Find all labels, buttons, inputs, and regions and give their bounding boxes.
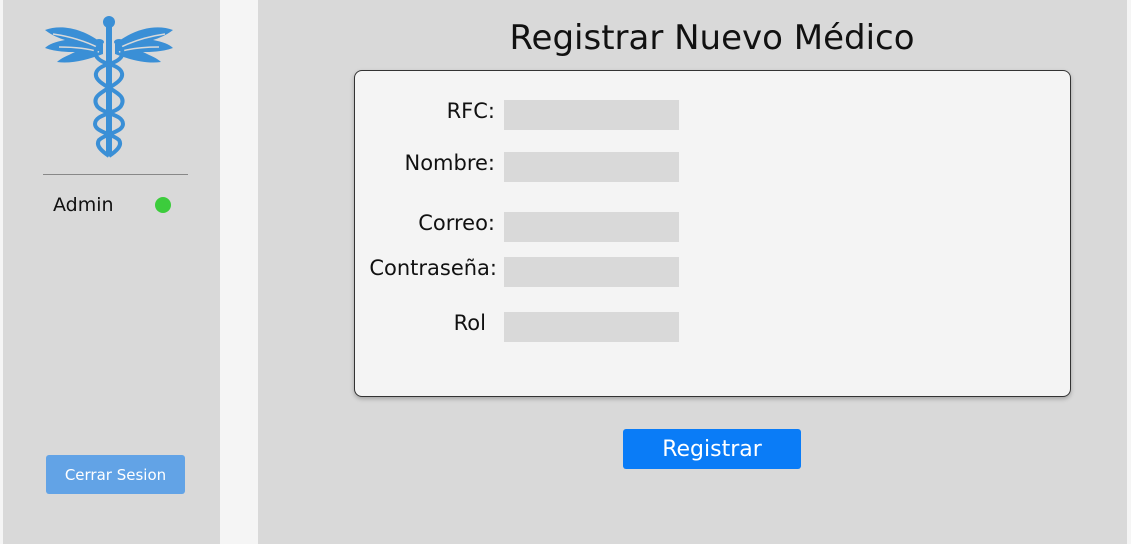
sidebar: Admin Cerrar Sesion [3, 0, 220, 544]
user-name: Admin [53, 194, 114, 216]
rfc-label: RFC: [446, 99, 495, 123]
correo-label: Correo: [418, 211, 495, 235]
main-panel: Registrar Nuevo Médico RFC: Nombre: Corr… [258, 0, 1127, 544]
registration-form: RFC: Nombre: Correo: Contraseña: Rol [354, 70, 1071, 397]
logout-button[interactable]: Cerrar Sesion [46, 455, 185, 494]
sidebar-divider [43, 174, 188, 175]
correo-input[interactable] [504, 212, 679, 242]
rol-input[interactable] [504, 312, 679, 342]
register-button[interactable]: Registrar [623, 429, 801, 469]
contrasena-input[interactable] [504, 257, 679, 287]
rol-label: Rol [453, 311, 486, 335]
page-title: Registrar Nuevo Médico [509, 18, 915, 58]
contrasena-label: Contraseña: [369, 256, 497, 280]
online-status-icon [155, 197, 171, 213]
caduceus-icon [45, 16, 173, 158]
rfc-input[interactable] [504, 100, 679, 130]
nombre-label: Nombre: [404, 151, 495, 175]
nombre-input[interactable] [504, 152, 679, 182]
